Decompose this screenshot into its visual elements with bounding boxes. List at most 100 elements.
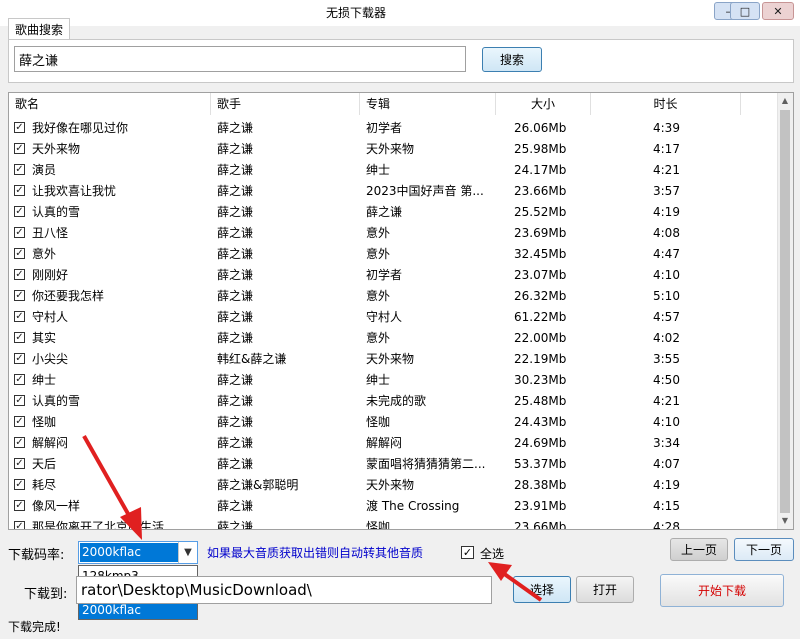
prev-page-button[interactable]: 上一页 [670, 538, 728, 561]
song-duration: 4:17 [653, 142, 680, 156]
song-artist: 薛之谦 [217, 394, 254, 408]
song-artist: 薛之谦 [217, 226, 254, 240]
song-name: 你还要我怎样 [32, 289, 105, 303]
song-duration: 3:34 [653, 436, 680, 450]
song-album: 未完成的歌 [366, 394, 427, 408]
song-size: 22.00Mb [514, 331, 567, 345]
column-header-artist[interactable]: 歌手 [211, 93, 360, 115]
scroll-up-icon[interactable]: ▲ [777, 96, 793, 105]
table-row[interactable]: ✓ 认真的雪 薛之谦 未完成的歌 25.48Mb 4:21 [9, 391, 779, 412]
row-checkbox[interactable]: ✓ [14, 374, 25, 385]
song-duration: 4:28 [653, 520, 680, 530]
song-size: 23.66Mb [514, 520, 567, 530]
start-download-button[interactable]: 开始下载 [660, 574, 784, 607]
table-row[interactable]: ✓ 守村人 薛之谦 守村人 61.22Mb 4:57 [9, 307, 779, 328]
song-artist: 薛之谦 [217, 142, 254, 156]
table-row[interactable]: ✓ 小尖尖 韩红&薛之谦 天外来物 22.19Mb 3:55 [9, 349, 779, 370]
download-path-field[interactable]: rator\Desktop\MusicDownload\ [76, 576, 492, 604]
song-duration: 4:21 [653, 394, 680, 408]
table-row[interactable]: ✓ 绅士 薛之谦 绅士 30.23Mb 4:50 [9, 370, 779, 391]
song-artist: 薛之谦 [217, 121, 254, 135]
column-header-duration[interactable]: 时长 [591, 93, 741, 115]
song-album: 意外 [366, 289, 391, 303]
maximize-button[interactable]: □ [730, 2, 760, 20]
chevron-down-icon[interactable]: ▼ [178, 542, 197, 563]
song-name: 耗尽 [32, 478, 57, 492]
table-row[interactable]: ✓ 意外 薛之谦 意外 32.45Mb 4:47 [9, 244, 779, 265]
table-row[interactable]: ✓ 像风一样 薛之谦 渡 The Crossing 23.91Mb 4:15 [9, 496, 779, 517]
select-all-label[interactable]: 全选 [480, 545, 504, 562]
scrollbar-thumb[interactable] [780, 110, 790, 513]
row-checkbox[interactable]: ✓ [14, 311, 25, 322]
song-duration: 3:55 [653, 352, 680, 366]
song-album: 天外来物 [366, 352, 415, 366]
column-header-name[interactable]: 歌名 [9, 93, 211, 115]
search-input[interactable] [14, 46, 466, 72]
song-duration: 4:47 [653, 247, 680, 261]
scroll-down-icon[interactable]: ▼ [777, 516, 793, 525]
song-size: 23.91Mb [514, 499, 567, 513]
bitrate-option-selected[interactable]: 2000kflac [79, 602, 197, 619]
song-name: 那是你离开了北京的生活 [32, 520, 165, 530]
next-page-button[interactable]: 下一页 [734, 538, 794, 561]
song-artist: 薛之谦 [217, 436, 254, 450]
song-album: 天外来物 [366, 142, 415, 156]
search-button[interactable]: 搜索 [482, 47, 542, 72]
table-row[interactable]: ✓ 演员 薛之谦 绅士 24.17Mb 4:21 [9, 160, 779, 181]
row-checkbox[interactable]: ✓ [14, 143, 25, 154]
row-checkbox[interactable]: ✓ [14, 353, 25, 364]
song-name: 小尖尖 [32, 352, 69, 366]
row-checkbox[interactable]: ✓ [14, 290, 25, 301]
song-duration: 4:10 [653, 268, 680, 282]
row-checkbox[interactable]: ✓ [14, 332, 25, 343]
column-header-size[interactable]: 大小 [496, 93, 591, 115]
table-row[interactable]: ✓ 解解闷 薛之谦 解解闷 24.69Mb 3:34 [9, 433, 779, 454]
row-checkbox[interactable]: ✓ [14, 206, 25, 217]
choose-button[interactable]: 选择 [513, 576, 571, 603]
row-checkbox[interactable]: ✓ [14, 479, 25, 490]
song-album: 初学者 [366, 121, 403, 135]
close-button[interactable]: ✕ [762, 2, 794, 20]
row-checkbox[interactable]: ✓ [14, 416, 25, 427]
row-checkbox[interactable]: ✓ [14, 164, 25, 175]
song-album: 解解闷 [366, 436, 403, 450]
row-checkbox[interactable]: ✓ [14, 500, 25, 511]
bitrate-select[interactable]: 2000kflac ▼ [78, 541, 198, 564]
row-checkbox[interactable]: ✓ [14, 227, 25, 238]
song-artist: 薛之谦 [217, 163, 254, 177]
table-row[interactable]: ✓ 怪咖 薛之谦 怪咖 24.43Mb 4:10 [9, 412, 779, 433]
column-header-album[interactable]: 专辑 [360, 93, 496, 115]
row-checkbox[interactable]: ✓ [14, 248, 25, 259]
song-name: 丑八怪 [32, 226, 69, 240]
open-button[interactable]: 打开 [576, 576, 634, 603]
table-row[interactable]: ✓ 天外来物 薛之谦 天外来物 25.98Mb 4:17 [9, 139, 779, 160]
song-album: 怪咖 [366, 520, 391, 530]
select-all-checkbox[interactable]: ✓ [461, 546, 474, 559]
row-checkbox[interactable]: ✓ [14, 437, 25, 448]
song-album: 薛之谦 [366, 205, 403, 219]
song-name: 怪咖 [32, 415, 57, 429]
tab-song-search[interactable]: 歌曲搜索 [8, 18, 70, 40]
table-row[interactable]: ✓ 其实 薛之谦 意外 22.00Mb 4:02 [9, 328, 779, 349]
song-artist: 薛之谦 [217, 247, 254, 261]
table-row[interactable]: ✓ 耗尽 薛之谦&郭聪明 天外来物 28.38Mb 4:19 [9, 475, 779, 496]
row-checkbox[interactable]: ✓ [14, 395, 25, 406]
table-row[interactable]: ✓ 我好像在哪见过你 薛之谦 初学者 26.06Mb 4:39 [9, 118, 779, 139]
table-row[interactable]: ✓ 认真的雪 薛之谦 薛之谦 25.52Mb 4:19 [9, 202, 779, 223]
row-checkbox[interactable]: ✓ [14, 458, 25, 469]
song-artist: 薛之谦 [217, 499, 254, 513]
row-checkbox[interactable]: ✓ [14, 122, 25, 133]
table-row[interactable]: ✓ 天后 薛之谦 蒙面唱将猜猜猜第二... 53.37Mb 4:07 [9, 454, 779, 475]
song-artist: 薛之谦 [217, 373, 254, 387]
table-row[interactable]: ✓ 那是你离开了北京的生活 薛之谦 怪咖 23.66Mb 4:28 [9, 517, 779, 530]
table-row[interactable]: ✓ 刚刚好 薛之谦 初学者 23.07Mb 4:10 [9, 265, 779, 286]
song-size: 24.17Mb [514, 163, 567, 177]
song-album: 意外 [366, 247, 391, 261]
table-row[interactable]: ✓ 丑八怪 薛之谦 意外 23.69Mb 4:08 [9, 223, 779, 244]
table-row[interactable]: ✓ 让我欢喜让我忧 薛之谦 2023中国好声音 第... 23.66Mb 3:57 [9, 181, 779, 202]
row-checkbox[interactable]: ✓ [14, 269, 25, 280]
row-checkbox[interactable]: ✓ [14, 521, 25, 529]
table-row[interactable]: ✓ 你还要我怎样 薛之谦 意外 26.32Mb 5:10 [9, 286, 779, 307]
song-album: 渡 The Crossing [366, 499, 460, 513]
row-checkbox[interactable]: ✓ [14, 185, 25, 196]
